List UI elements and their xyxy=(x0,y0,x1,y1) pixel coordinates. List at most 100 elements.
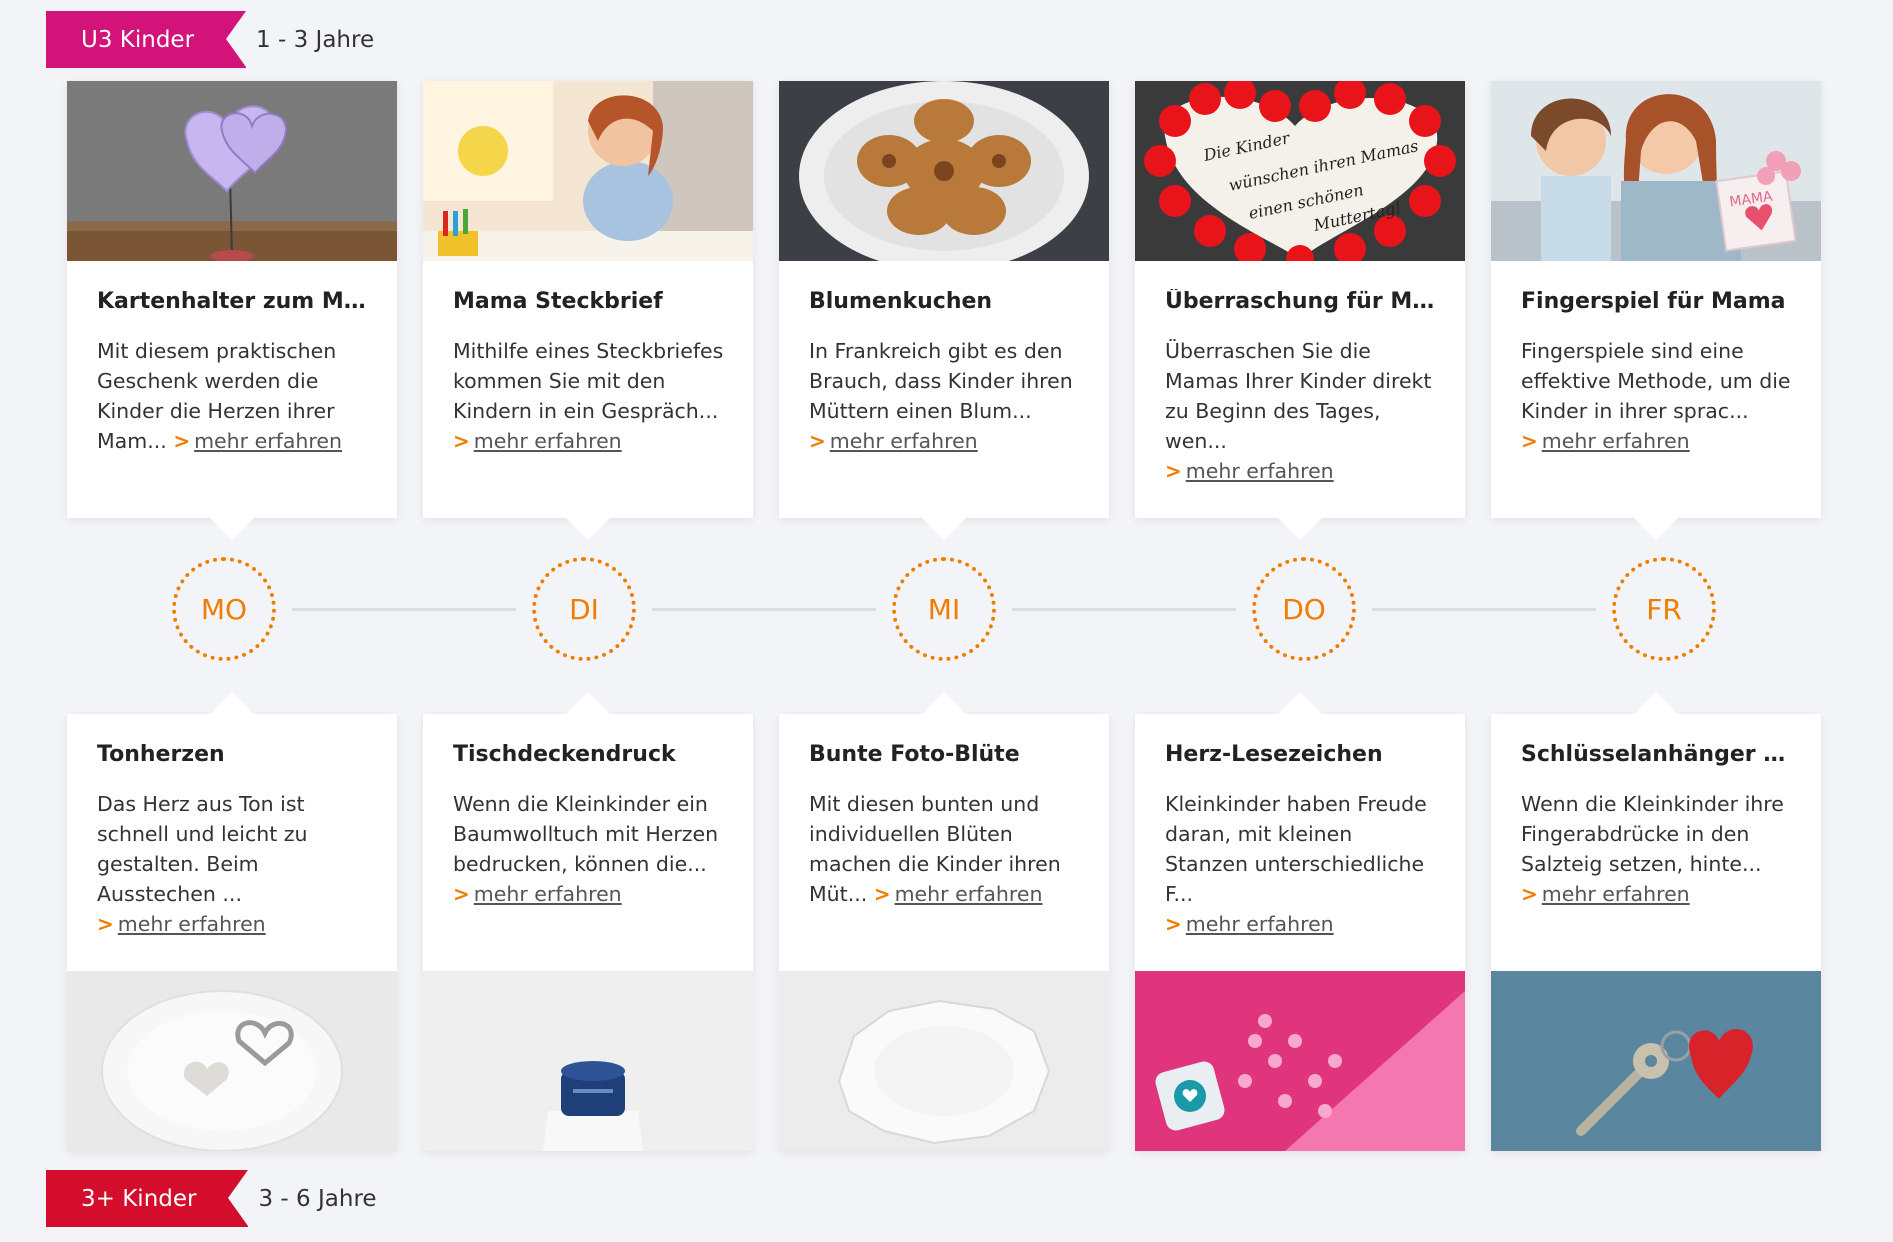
card-pointer xyxy=(210,518,254,540)
card-description: Wenn die Kleinkinder ihre Fingerabdrücke… xyxy=(1521,792,1784,876)
heart-punch-pink-image xyxy=(1135,971,1465,1151)
card-pointer xyxy=(1278,692,1322,714)
key-heart-keychain-image xyxy=(1491,971,1821,1151)
card-pointer xyxy=(566,692,610,714)
card-ueberraschung[interactable]: Die Kinder wünschen ihren Mamas einen sc… xyxy=(1135,81,1465,540)
section-age: 1 - 3 Jahre xyxy=(256,26,375,53)
card-image[interactable]: Die Kinder wünschen ihren Mamas einen sc… xyxy=(1135,81,1465,261)
flower-pastry-plate-image xyxy=(779,81,1109,261)
card-kartenhalter[interactable]: Kartenhalter zum Mutt... Mit diesem prak… xyxy=(67,81,397,540)
page: U3 Kinder 1 - 3 Jahre Kartenhalter zum M… xyxy=(0,0,1893,1242)
card-image[interactable] xyxy=(67,971,397,1151)
card-text: Wenn die Kleinkinder ihre Fingerabdrücke… xyxy=(1521,789,1795,909)
card-text: Kleinkinder haben Freude daran, mit klei… xyxy=(1165,789,1439,939)
card-text: Überraschen Sie die Mamas Ihrer Kinder d… xyxy=(1165,336,1439,486)
card-herz-lesezeichen[interactable]: Herz-Lesezeichen Kleinkinder haben Freud… xyxy=(1135,692,1465,1151)
section-tag-u3: U3 Kinder 1 - 3 Jahre xyxy=(46,11,374,68)
paper-plate-image xyxy=(779,971,1109,1151)
more-link[interactable]: mehr erfahren xyxy=(895,882,1043,906)
card-bunte-foto-bluete[interactable]: Bunte Foto-Blüte Mit diesen bunten und i… xyxy=(779,692,1109,1151)
chevron-right-icon: > xyxy=(453,429,470,453)
card-title: Herz-Lesezeichen xyxy=(1165,742,1383,767)
card-image[interactable] xyxy=(779,971,1109,1151)
chevron-right-icon: > xyxy=(453,882,470,906)
section-label: 3+ Kinder xyxy=(46,1170,249,1227)
card-pointer xyxy=(922,518,966,540)
card-schluesselanhaenger[interactable]: Schlüsselanhänger mit... Wenn die Kleink… xyxy=(1491,692,1821,1151)
card-pointer xyxy=(566,518,610,540)
more-link[interactable]: mehr erfahren xyxy=(474,429,622,453)
card-text: Wenn die Kleinkinder ein Baumwolltuch mi… xyxy=(453,789,727,909)
paper-heart-card-holder-image xyxy=(67,81,397,261)
card-pointer xyxy=(1634,518,1678,540)
section-tag-3plus: 3+ Kinder 3 - 6 Jahre xyxy=(46,1170,377,1227)
day-marker-mi: MI xyxy=(892,557,996,661)
card-pointer xyxy=(1278,518,1322,540)
day-marker-mo: MO xyxy=(172,557,276,661)
card-mama-steckbrief[interactable]: Mama Steckbrief Mithilfe eines Steckbrie… xyxy=(423,81,753,540)
card-title: Fingerspiel für Mama xyxy=(1521,289,1786,314)
card-description: Kleinkinder haben Freude daran, mit klei… xyxy=(1165,792,1427,906)
timeline-connector xyxy=(292,608,516,611)
card-text: Mit diesem praktischen Geschenk werden d… xyxy=(97,336,371,456)
mother-daughter-hug-image: MAMA xyxy=(1491,81,1821,261)
paint-bottle-image xyxy=(423,971,753,1151)
card-pointer xyxy=(922,692,966,714)
more-link[interactable]: mehr erfahren xyxy=(1542,429,1690,453)
card-image[interactable] xyxy=(423,81,753,261)
card-title: Tonherzen xyxy=(97,742,225,767)
card-image[interactable] xyxy=(1135,971,1465,1151)
timeline-connector xyxy=(652,608,876,611)
card-description: Mithilfe eines Steckbriefes kommen Sie m… xyxy=(453,339,724,423)
card-image[interactable]: MAMA xyxy=(1491,81,1821,261)
card-text: Mithilfe eines Steckbriefes kommen Sie m… xyxy=(453,336,727,456)
card-title: Tischdeckendruck xyxy=(453,742,676,767)
clay-heart-plate-image xyxy=(67,971,397,1151)
card-description: Das Herz aus Ton ist schnell und leicht … xyxy=(97,792,308,906)
day-marker-di: DI xyxy=(532,557,636,661)
red-flower-heart-sign-image: Die Kinder wünschen ihren Mamas einen sc… xyxy=(1135,81,1465,261)
card-image[interactable] xyxy=(67,81,397,261)
chevron-right-icon: > xyxy=(97,912,114,936)
card-title: Kartenhalter zum Mutt... xyxy=(97,289,371,314)
card-text: Das Herz aus Ton ist schnell und leicht … xyxy=(97,789,371,939)
timeline-connector xyxy=(1012,608,1236,611)
timeline-connector xyxy=(1372,608,1596,611)
chevron-right-icon: > xyxy=(1521,429,1538,453)
chevron-right-icon: > xyxy=(873,882,891,906)
more-link[interactable]: mehr erfahren xyxy=(830,429,978,453)
card-title: Bunte Foto-Blüte xyxy=(809,742,1020,767)
more-link[interactable]: mehr erfahren xyxy=(1186,459,1334,483)
card-title: Überraschung für Mam... xyxy=(1165,289,1439,314)
child-drawing-image xyxy=(423,81,753,261)
card-tonherzen[interactable]: Tonherzen Das Herz aus Ton ist schnell u… xyxy=(67,692,397,1151)
section-label: U3 Kinder xyxy=(46,11,247,68)
card-text: Mit diesen bunten und individuellen Blüt… xyxy=(809,789,1083,909)
chevron-right-icon: > xyxy=(1165,459,1182,483)
card-image[interactable] xyxy=(779,81,1109,261)
card-description: Fingerspiele sind eine effektive Methode… xyxy=(1521,339,1791,423)
more-link[interactable]: mehr erfahren xyxy=(118,912,266,936)
chevron-right-icon: > xyxy=(809,429,826,453)
card-pointer xyxy=(210,692,254,714)
more-link[interactable]: mehr erfahren xyxy=(1542,882,1690,906)
card-description: In Frankreich gibt es den Brauch, dass K… xyxy=(809,339,1073,423)
day-marker-fr: FR xyxy=(1612,557,1716,661)
chevron-right-icon: > xyxy=(1521,882,1538,906)
card-image[interactable] xyxy=(1491,971,1821,1151)
card-title: Blumenkuchen xyxy=(809,289,993,314)
card-pointer xyxy=(1634,692,1678,714)
card-description: Überraschen Sie die Mamas Ihrer Kinder d… xyxy=(1165,339,1432,453)
more-link[interactable]: mehr erfahren xyxy=(1186,912,1334,936)
card-description: Wenn die Kleinkinder ein Baumwolltuch mi… xyxy=(453,792,719,876)
more-link[interactable]: mehr erfahren xyxy=(474,882,622,906)
card-fingerspiel[interactable]: MAMA Fingerspiel für Mama Fingerspiele s… xyxy=(1491,81,1821,540)
card-blumenkuchen[interactable]: Blumenkuchen In Frankreich gibt es den B… xyxy=(779,81,1109,540)
more-link[interactable]: mehr erfahren xyxy=(194,429,342,453)
chevron-right-icon: > xyxy=(1165,912,1182,936)
card-image[interactable] xyxy=(423,971,753,1151)
card-text: In Frankreich gibt es den Brauch, dass K… xyxy=(809,336,1083,456)
chevron-right-icon: > xyxy=(173,429,191,453)
card-title: Mama Steckbrief xyxy=(453,289,663,314)
card-tischdeckendruck[interactable]: Tischdeckendruck Wenn die Kleinkinder ei… xyxy=(423,692,753,1151)
